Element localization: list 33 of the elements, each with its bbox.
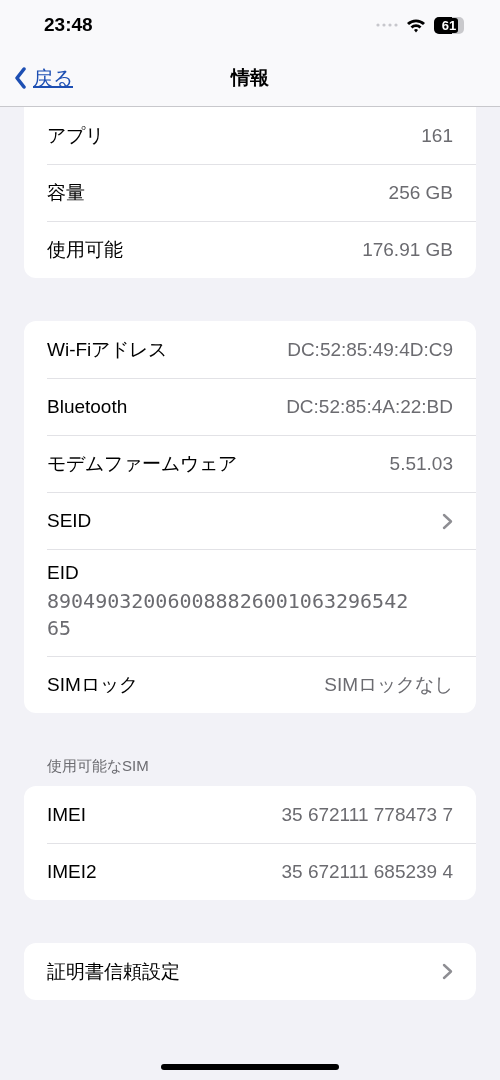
- row-label: Bluetooth: [47, 396, 128, 418]
- row-value: 35 672111 778473 7: [281, 803, 453, 826]
- row-label: 証明書信頼設定: [47, 959, 180, 984]
- chevron-icon: [442, 512, 453, 530]
- back-link[interactable]: 戻る: [14, 64, 73, 92]
- row-label: IMEI: [47, 803, 87, 826]
- row-label: IMEI2: [47, 861, 97, 883]
- settings-row[interactable]: 証明書信頼設定: [47, 943, 476, 1000]
- row-label: モデムファームウェア: [47, 452, 237, 476]
- row-value: 176.91 GB: [362, 239, 453, 261]
- row-label: SEID: [47, 510, 92, 532]
- row-value: 89049032006008882600106329654265: [47, 588, 409, 642]
- row-value: DC:52:85:4A:22:BD: [286, 396, 453, 418]
- back-chevron-icon: [14, 67, 27, 89]
- status-time: 23:48: [44, 14, 93, 36]
- row-value: DC:52:85:49:4D:C9: [287, 338, 453, 361]
- row-value: 256 GB: [388, 182, 453, 204]
- section-header: 使用可能なSIM: [47, 757, 150, 776]
- row-label: 容量: [47, 181, 85, 205]
- chevron-icon: [442, 963, 453, 980]
- row-label: アプリ: [47, 123, 104, 148]
- row-label: Wi-Fiアドレス: [47, 337, 168, 362]
- row-label: EID: [47, 562, 79, 584]
- row-label: 使用可能: [47, 238, 123, 262]
- row-value: SIMロックなし: [324, 673, 453, 697]
- wifi-icon: [406, 17, 426, 33]
- row-label: SIMロック: [47, 673, 138, 697]
- signal-icon: [376, 23, 398, 27]
- row-value: 35 672111 685239 4: [281, 861, 453, 883]
- row-value: 161: [421, 124, 453, 147]
- row-value: 5.51.03: [389, 453, 453, 475]
- nav-title: 情報: [231, 66, 269, 90]
- settings-row[interactable]: SEID: [47, 492, 476, 549]
